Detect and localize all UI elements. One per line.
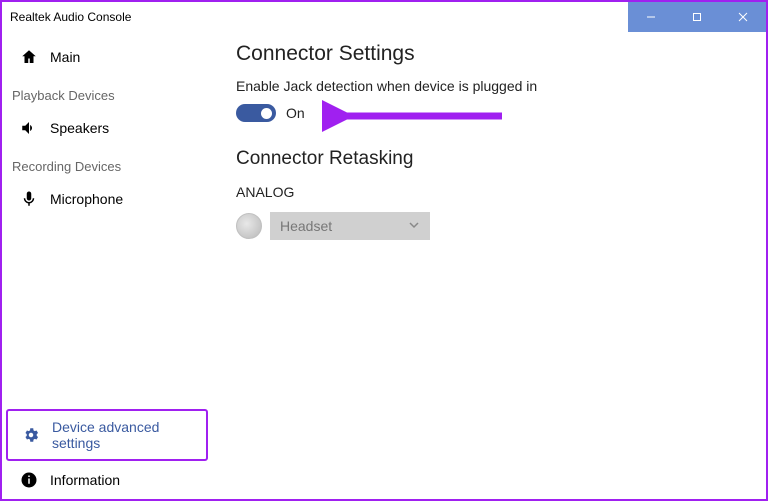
connector-retasking-title: Connector Retasking bbox=[236, 148, 742, 170]
nav-advanced-label: Device advanced settings bbox=[52, 419, 198, 451]
connector-settings-title: Connector Settings bbox=[236, 42, 742, 66]
annotation-arrow-icon bbox=[322, 98, 512, 134]
nav-main-label: Main bbox=[50, 49, 80, 65]
connector-type-dropdown[interactable]: Headset bbox=[270, 212, 430, 240]
jack-detection-toggle-row: On bbox=[236, 104, 742, 122]
maximize-button[interactable] bbox=[674, 2, 720, 32]
window-title: Realtek Audio Console bbox=[10, 10, 131, 24]
close-button[interactable] bbox=[720, 2, 766, 32]
window-controls bbox=[628, 2, 766, 32]
minimize-icon bbox=[646, 12, 656, 22]
playback-section-label: Playback Devices bbox=[2, 76, 212, 109]
nav-device-advanced-settings[interactable]: Device advanced settings bbox=[6, 409, 208, 461]
gear-icon bbox=[22, 426, 40, 444]
jack-connector-icon bbox=[236, 213, 262, 239]
analog-jack-row: Headset bbox=[236, 212, 742, 240]
chevron-down-icon bbox=[408, 218, 420, 234]
app-body: Main Playback Devices Speakers Recording… bbox=[2, 32, 766, 499]
nav-information-label: Information bbox=[50, 472, 120, 488]
jack-detection-toggle[interactable] bbox=[236, 104, 276, 122]
minimize-button[interactable] bbox=[628, 2, 674, 32]
maximize-icon bbox=[692, 12, 702, 22]
jack-detection-label: Enable Jack detection when device is plu… bbox=[236, 78, 742, 94]
recording-section-label: Recording Devices bbox=[2, 147, 212, 180]
content-pane: Connector Settings Enable Jack detection… bbox=[212, 32, 766, 499]
speaker-icon bbox=[20, 119, 38, 137]
home-icon bbox=[20, 48, 38, 66]
info-icon bbox=[20, 471, 38, 489]
analog-label: ANALOG bbox=[236, 184, 742, 200]
nav-speakers-label: Speakers bbox=[50, 120, 109, 136]
microphone-icon bbox=[20, 190, 38, 208]
close-icon bbox=[738, 12, 748, 22]
nav-main[interactable]: Main bbox=[2, 38, 212, 76]
nav-microphone-label: Microphone bbox=[50, 191, 123, 207]
nav-microphone[interactable]: Microphone bbox=[2, 180, 212, 218]
titlebar: Realtek Audio Console bbox=[2, 2, 766, 32]
nav-information[interactable]: Information bbox=[2, 461, 212, 499]
dropdown-value: Headset bbox=[280, 218, 332, 234]
sidebar: Main Playback Devices Speakers Recording… bbox=[2, 32, 212, 499]
toggle-state-label: On bbox=[286, 105, 305, 121]
nav-speakers[interactable]: Speakers bbox=[2, 109, 212, 147]
